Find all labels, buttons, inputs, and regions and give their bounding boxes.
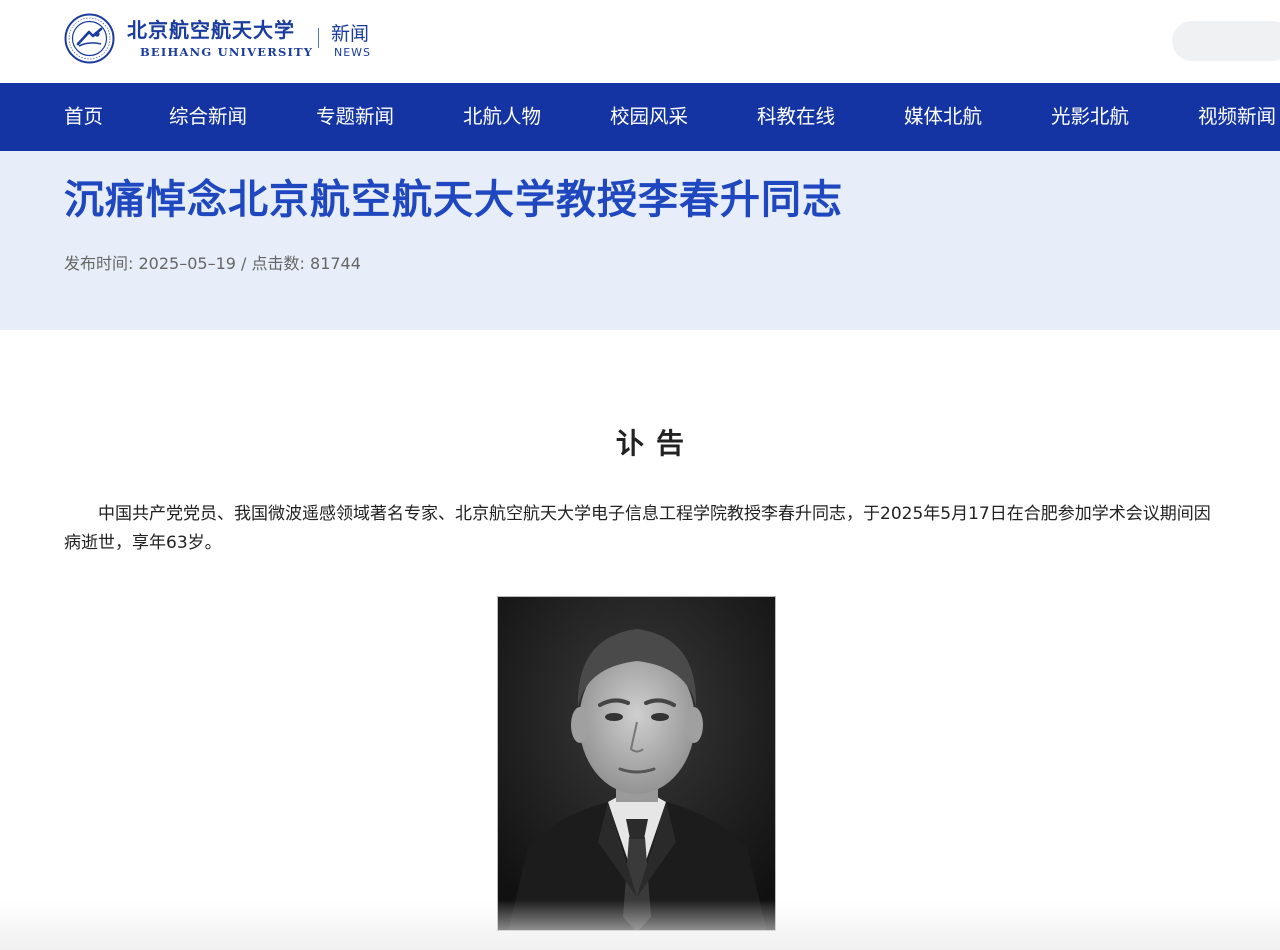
section-name-en: NEWS — [334, 46, 372, 59]
site-header: 北京航空航天大学 BEIHANG UNIVERSITY 新闻 NEWS — [0, 0, 1280, 83]
portrait-photo — [497, 596, 776, 931]
logo-divider — [318, 28, 319, 48]
university-seal-icon[interactable] — [64, 13, 115, 64]
obituary-heading: 讣告 — [615, 427, 696, 460]
university-name-en: BEIHANG UNIVERSITY — [140, 45, 314, 59]
nav-item-people[interactable]: 北航人物 — [463, 83, 541, 151]
views-count: 81744 — [310, 254, 361, 273]
section-name-cn[interactable]: 新闻 — [331, 19, 369, 46]
search-input[interactable] — [1172, 21, 1280, 61]
article-title: 沉痛悼念北京航空航天大学教授李春升同志 — [64, 177, 843, 223]
nav-item-science-education[interactable]: 科教在线 — [757, 83, 835, 151]
nav-item-home[interactable]: 首页 — [64, 83, 103, 151]
nav-item-general-news[interactable]: 综合新闻 — [169, 83, 247, 151]
nav-item-media[interactable]: 媒体北航 — [904, 83, 982, 151]
article-paragraph: 中国共产党党员、我国微波遥感领域著名专家、北京航空航天大学电子信息工程学院教授李… — [64, 504, 1211, 553]
university-name-cn[interactable]: 北京航空航天大学 — [127, 14, 295, 43]
nav-item-video-news[interactable]: 视频新闻 — [1198, 83, 1276, 151]
article-meta: 发布时间: 2025–05–19 / 点击数: 81744 — [64, 250, 361, 274]
meta-separator: / — [241, 254, 247, 273]
publish-date: 2025–05–19 — [138, 254, 236, 273]
nav-item-photo[interactable]: 光影北航 — [1051, 83, 1129, 151]
article-title-band: 沉痛悼念北京航空航天大学教授李春升同志 发布时间: 2025–05–19 / 点… — [0, 151, 1280, 330]
nav-item-special-news[interactable]: 专题新闻 — [316, 83, 394, 151]
publish-label: 发布时间: — [64, 254, 134, 273]
nav-item-campus[interactable]: 校园风采 — [610, 83, 688, 151]
main-nav: 首页 综合新闻 专题新闻 北航人物 校园风采 科教在线 媒体北航 光影北航 视频… — [0, 83, 1280, 151]
views-label: 点击数: — [251, 254, 305, 273]
